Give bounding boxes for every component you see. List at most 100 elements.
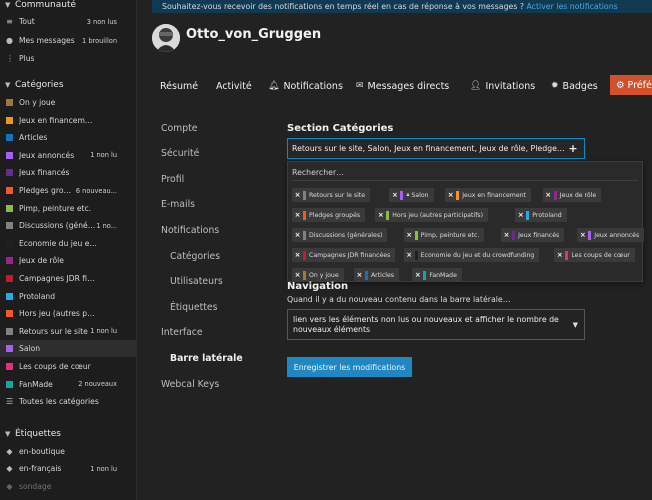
unread-badge: 2 nouveaux <box>78 380 117 389</box>
tab-badges[interactable]: ✹ Badges <box>551 76 598 96</box>
sidebar-category-item[interactable]: Discussions (généra... 1 no... <box>0 217 136 234</box>
category-color-swatch <box>6 292 13 300</box>
close-icon[interactable]: × <box>292 251 303 259</box>
close-icon[interactable]: × <box>292 271 303 279</box>
sidebar-section-tags[interactable]: ▼ Étiquettes <box>5 426 61 442</box>
close-icon[interactable]: × <box>292 191 303 199</box>
prefs-item-sidebar[interactable]: Barre latérale <box>170 353 243 364</box>
close-icon[interactable]: × <box>404 231 415 239</box>
sidebar-category-item[interactable]: Pledges group... 6 nouveau... <box>0 182 136 199</box>
category-chip[interactable]: × Hors jeu (autres participatifs) <box>375 208 489 222</box>
close-icon[interactable]: × <box>404 251 415 259</box>
prefs-subitem-users[interactable]: Utilisateurs <box>170 276 223 287</box>
save-button[interactable]: Enregistrer les modifications <box>287 357 412 377</box>
prefs-item-account[interactable]: Compte <box>161 123 198 134</box>
prefs-item-emails[interactable]: E-mails <box>161 199 195 210</box>
category-chip[interactable]: × Jeux financés <box>501 228 565 242</box>
prefs-item-interface[interactable]: Interface <box>161 327 203 338</box>
category-chip[interactable]: × Jeux de rôle <box>542 188 602 202</box>
tab-activity[interactable]: Activité <box>216 76 252 96</box>
sidebar-tag-item[interactable]: ◆ sondage <box>0 478 136 495</box>
close-icon[interactable]: × <box>375 211 386 219</box>
sidebar-category-item[interactable]: Retours sur le site 1 non lu <box>0 323 136 340</box>
category-chip[interactable]: × Pledges groupés <box>292 208 366 222</box>
category-search-input[interactable] <box>292 165 638 181</box>
category-chip[interactable]: × Articles <box>353 268 400 282</box>
sidebar-tag-item[interactable]: ◆ en-boutique <box>0 443 136 460</box>
sidebar-section-categories[interactable]: ▼ Catégories <box>5 77 64 93</box>
sidebar-category-item[interactable]: On y joue <box>0 94 136 111</box>
prefs-subitem-categories[interactable]: Catégories <box>170 251 220 262</box>
tag-icon: ◆ <box>6 447 13 456</box>
sidebar-category-item[interactable]: Jeux de rôle <box>0 252 136 269</box>
tab-summary[interactable]: Résumé <box>160 76 198 96</box>
tab-preferences[interactable]: ⚙Préférences <box>610 75 652 95</box>
category-chip[interactable]: × Discussions (générales) <box>292 228 388 242</box>
category-color-swatch <box>512 230 516 240</box>
unread-badge: 6 nouveau... <box>75 186 117 195</box>
sidebar-category-item[interactable]: Pimp, peinture etc. <box>0 200 136 217</box>
close-icon[interactable]: × <box>354 271 365 279</box>
category-chip[interactable]: × FanMade <box>412 268 462 282</box>
category-chip[interactable]: × Campagnes JDR financées <box>292 248 396 262</box>
sidebar-item-messages[interactable]: ● Mes messages 1 brouillon <box>0 32 136 49</box>
navigation-select[interactable]: lien vers les éléments non lus ou nouvea… <box>287 309 585 340</box>
category-chip[interactable]: × Retours sur le site <box>292 188 371 202</box>
close-icon[interactable]: × <box>389 191 400 199</box>
sidebar-category-item[interactable]: Hors jeu (autres participa... <box>0 305 136 322</box>
avatar[interactable] <box>152 24 180 52</box>
close-icon[interactable]: × <box>412 271 423 279</box>
sidebar-category-item[interactable]: ☰ Toutes les catégories <box>0 393 136 410</box>
close-icon[interactable]: × <box>543 191 554 199</box>
close-icon[interactable]: × <box>292 211 303 219</box>
sidebar-category-item[interactable]: Jeux financés <box>0 164 136 181</box>
prefs-item-profile[interactable]: Profil <box>161 174 184 185</box>
tab-invitations[interactable]: 👤︎ Invitations <box>470 76 535 96</box>
sidebar-section-community[interactable]: ▼ Communauté <box>5 0 76 13</box>
sidebar-category-item[interactable]: Jeux annoncés 1 non lu <box>0 147 136 164</box>
chip-label: Economie du jeu et du crowdfunding <box>420 251 535 259</box>
layers-icon: ≡ <box>6 17 13 26</box>
close-icon[interactable]: × <box>445 191 456 199</box>
category-chip[interactable]: × Economie du jeu et du crowdfunding <box>403 248 540 262</box>
category-color-swatch <box>400 190 404 200</box>
close-icon[interactable]: × <box>501 231 512 239</box>
category-chip[interactable]: × Pimp, peinture etc. <box>403 228 485 242</box>
avatar-image <box>152 24 180 52</box>
close-icon[interactable]: × <box>292 231 303 239</box>
prefs-subitem-tags[interactable]: Étiquettes <box>170 302 217 313</box>
prefs-item-webcal-keys[interactable]: Webcal Keys <box>161 379 219 390</box>
category-selector[interactable]: Retours sur le site, Salon, Jeux en fina… <box>287 138 585 159</box>
sidebar-category-item[interactable]: Les coups de cœur <box>0 358 136 375</box>
close-icon[interactable]: × <box>554 251 565 259</box>
category-chip[interactable]: × 🔒︎ Salon <box>389 188 434 202</box>
prefs-item-security[interactable]: Sécurité <box>161 148 199 159</box>
caret-down-icon: ▼ <box>572 320 578 329</box>
category-chip[interactable]: × Jeux en financement <box>445 188 531 202</box>
tab-direct-messages[interactable]: ✉ Messages directs <box>356 76 449 96</box>
category-color-swatch <box>526 210 530 220</box>
sidebar-category-item[interactable]: Economie du jeu et du cro... <box>0 235 136 252</box>
prefs-item-notifications[interactable]: Notifications <box>161 225 219 236</box>
sidebar-tag-item[interactable]: ◆ en-français 1 non lu <box>0 460 136 477</box>
category-chip[interactable]: × Jeux annoncés <box>577 228 645 242</box>
sidebar-category-item[interactable]: Campagnes JDR financées <box>0 270 136 287</box>
sidebar-item-tout[interactable]: ≡ Tout 3 non lus <box>0 13 136 30</box>
tab-notifications[interactable]: 🔔︎ Notifications <box>268 76 343 96</box>
plus-icon[interactable]: + <box>565 142 581 155</box>
category-chip[interactable]: × Protoland <box>515 208 567 222</box>
enable-notifications-link[interactable]: Activer les notifications <box>526 2 617 11</box>
close-icon[interactable]: × <box>515 211 526 219</box>
sidebar-category-item[interactable]: Salon <box>0 340 136 358</box>
category-color-swatch <box>6 187 13 194</box>
sidebar-category-item[interactable]: Jeux en financement <box>0 112 136 129</box>
sidebar-category-item[interactable]: Articles <box>0 129 136 146</box>
sidebar-category-item[interactable]: Protoland <box>0 288 136 305</box>
unread-badge: 3 non lus <box>86 17 117 26</box>
sidebar-category-item[interactable]: FanMade 2 nouveaux <box>0 376 136 393</box>
close-icon[interactable]: × <box>577 231 588 239</box>
category-chip[interactable]: × Les coups de cœur <box>554 248 635 262</box>
category-color-swatch <box>303 230 306 240</box>
category-chip[interactable]: × On y joue <box>292 268 344 282</box>
sidebar-item-more[interactable]: ⋮ Plus <box>0 50 136 67</box>
